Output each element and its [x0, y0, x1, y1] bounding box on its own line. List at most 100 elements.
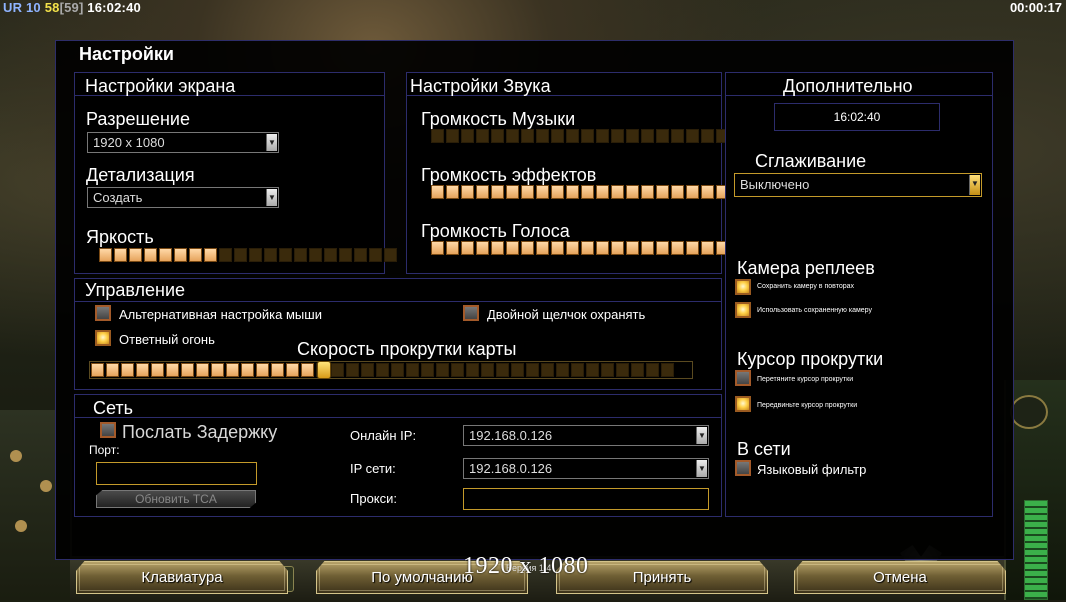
slider-segment[interactable] [309, 248, 322, 262]
slider-segment[interactable] [144, 248, 157, 262]
slider-segment[interactable] [91, 363, 104, 377]
slider-segment[interactable] [491, 129, 504, 143]
slider-segment[interactable] [476, 185, 489, 199]
slider-segment[interactable] [601, 363, 614, 377]
language-filter-checkbox[interactable] [735, 460, 751, 476]
send-delay-checkbox[interactable] [100, 422, 116, 438]
cancel-button[interactable]: Отмена [794, 561, 1006, 594]
slider-segment[interactable] [476, 241, 489, 255]
slider-segment[interactable] [596, 129, 609, 143]
slider-segment[interactable] [204, 248, 217, 262]
proxy-input[interactable] [463, 488, 709, 510]
slider-segment[interactable] [431, 185, 444, 199]
slider-segment[interactable] [656, 241, 669, 255]
slider-segment[interactable] [521, 129, 534, 143]
slider-segment[interactable] [611, 185, 624, 199]
slider-segment[interactable] [541, 363, 554, 377]
slider-segment[interactable] [461, 241, 474, 255]
slider-segment[interactable] [626, 241, 639, 255]
slider-segment[interactable] [581, 241, 594, 255]
slider-segment[interactable] [249, 248, 262, 262]
slider-segment[interactable] [551, 185, 564, 199]
slider-segment[interactable] [369, 248, 382, 262]
antialiasing-dropdown[interactable]: Выключено ▼ [734, 173, 982, 197]
slider-segment[interactable] [506, 185, 519, 199]
slider-segment[interactable] [241, 363, 254, 377]
slider-segment[interactable] [526, 363, 539, 377]
slider-segment[interactable] [686, 129, 699, 143]
update-tca-button[interactable]: Обновить TCA [96, 490, 256, 508]
slider-segment[interactable] [496, 363, 509, 377]
slider-segment[interactable] [701, 241, 714, 255]
slider-segment[interactable] [611, 241, 624, 255]
slider-segment[interactable] [506, 129, 519, 143]
slider-segment[interactable] [376, 363, 389, 377]
slider-segment[interactable] [506, 241, 519, 255]
slider-segment[interactable] [686, 241, 699, 255]
use-saved-camera-checkbox[interactable] [735, 302, 751, 318]
scroll-speed-slider[interactable] [89, 361, 693, 379]
slider-segment[interactable] [656, 129, 669, 143]
slider-segment[interactable] [256, 363, 269, 377]
slider-segment[interactable] [271, 363, 284, 377]
slider-segment[interactable] [551, 129, 564, 143]
slider-segment[interactable] [226, 363, 239, 377]
save-camera-checkbox[interactable] [735, 279, 751, 295]
slider-segment[interactable] [106, 363, 119, 377]
slider-segment[interactable] [521, 185, 534, 199]
scroll-speed-knob[interactable] [317, 361, 331, 379]
slider-segment[interactable] [431, 129, 444, 143]
slider-segment[interactable] [701, 129, 714, 143]
slider-segment[interactable] [616, 363, 629, 377]
slider-segment[interactable] [279, 248, 292, 262]
slider-segment[interactable] [596, 241, 609, 255]
slider-segment[interactable] [481, 363, 494, 377]
slider-segment[interactable] [136, 363, 149, 377]
slider-segment[interactable] [151, 363, 164, 377]
slider-segment[interactable] [671, 241, 684, 255]
slider-segment[interactable] [391, 363, 404, 377]
slider-segment[interactable] [99, 248, 112, 262]
slider-segment[interactable] [491, 241, 504, 255]
slider-segment[interactable] [189, 248, 202, 262]
chevron-down-icon[interactable]: ▼ [266, 134, 277, 151]
double-click-guard-checkbox[interactable] [463, 305, 479, 321]
slider-segment[interactable] [611, 129, 624, 143]
slider-segment[interactable] [511, 363, 524, 377]
slider-segment[interactable] [566, 185, 579, 199]
slider-segment[interactable] [264, 248, 277, 262]
slider-segment[interactable] [219, 248, 232, 262]
brightness-slider[interactable] [99, 248, 397, 262]
slider-segment[interactable] [556, 363, 569, 377]
effects-volume-slider[interactable] [431, 185, 729, 199]
slider-segment[interactable] [521, 241, 534, 255]
chevron-down-icon[interactable]: ▼ [696, 460, 707, 477]
slider-segment[interactable] [196, 363, 209, 377]
radar-icon[interactable] [1010, 395, 1048, 429]
slider-segment[interactable] [581, 129, 594, 143]
slider-segment[interactable] [406, 363, 419, 377]
slider-segment[interactable] [661, 363, 674, 377]
slider-segment[interactable] [586, 363, 599, 377]
slider-segment[interactable] [446, 241, 459, 255]
slider-segment[interactable] [451, 363, 464, 377]
slider-segment[interactable] [211, 363, 224, 377]
alt-mouse-checkbox[interactable] [95, 305, 111, 321]
slider-segment[interactable] [421, 363, 434, 377]
slider-segment[interactable] [234, 248, 247, 262]
return-fire-checkbox[interactable] [95, 330, 111, 346]
slider-segment[interactable] [286, 363, 299, 377]
music-volume-slider[interactable] [431, 129, 729, 143]
slider-segment[interactable] [159, 248, 172, 262]
slider-segment[interactable] [324, 248, 337, 262]
slider-segment[interactable] [626, 185, 639, 199]
slider-segment[interactable] [446, 185, 459, 199]
slider-segment[interactable] [536, 129, 549, 143]
slider-segment[interactable] [446, 129, 459, 143]
slider-segment[interactable] [536, 185, 549, 199]
voice-volume-slider[interactable] [431, 241, 729, 255]
slider-segment[interactable] [551, 241, 564, 255]
slider-segment[interactable] [646, 363, 659, 377]
slider-segment[interactable] [596, 185, 609, 199]
slider-segment[interactable] [536, 241, 549, 255]
